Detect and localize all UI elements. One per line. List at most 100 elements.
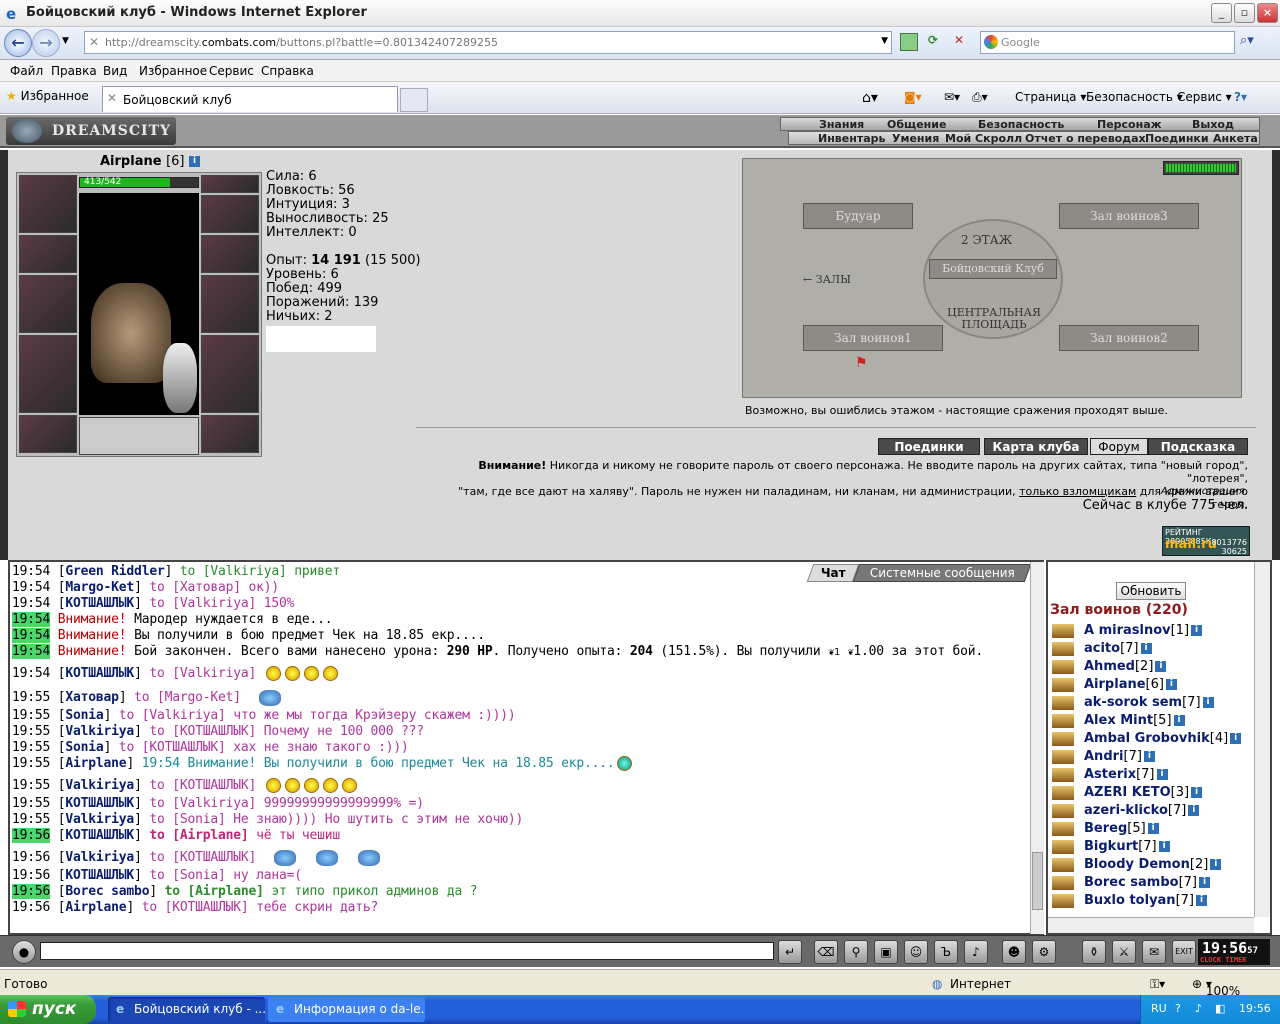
emote-icon[interactable]: ☺ — [904, 940, 928, 964]
forward-button[interactable]: → — [32, 29, 60, 57]
nav-security[interactable]: Безопасность — [978, 118, 1064, 131]
user-status-icon[interactable] — [1052, 785, 1074, 800]
safety-menu[interactable]: Безопасность ▾ — [1086, 90, 1183, 104]
info-icon[interactable]: i — [1165, 679, 1177, 690]
user-name[interactable]: ak-sorok sem — [1084, 695, 1182, 710]
user-row[interactable]: Ahmed[2] i — [1052, 658, 1241, 676]
chat-author[interactable]: Airplane — [65, 900, 126, 915]
nav-battles[interactable]: Поединки — [1145, 132, 1209, 145]
chat-timestamp[interactable]: 19:54 — [12, 580, 50, 595]
rings-slot[interactable] — [201, 195, 259, 233]
earrings-slot[interactable] — [201, 175, 259, 193]
user-name[interactable]: Andri — [1084, 749, 1124, 764]
chat-recipient[interactable]: to [КОТШАШЛЫК] — [119, 740, 226, 755]
task-info[interactable]: e Информация о da-le... — [268, 997, 425, 1022]
character-portrait[interactable] — [79, 193, 199, 415]
nav-exit[interactable]: Выход — [1192, 118, 1234, 131]
user-row[interactable]: A miraslnov[1] i — [1052, 622, 1241, 640]
search-input[interactable]: Google — [980, 31, 1235, 54]
chat-recipient[interactable]: to [Airplane] — [165, 884, 264, 899]
user-status-icon[interactable] — [1052, 839, 1074, 854]
home-icon[interactable]: ⌂▾ — [862, 90, 878, 106]
send-icon[interactable]: ↵ — [778, 940, 802, 964]
chat-author[interactable]: Airplane — [65, 756, 126, 771]
chat-recipient[interactable]: to [Valkiriya] — [180, 564, 287, 579]
nav-knowledge[interactable]: Знания — [819, 118, 864, 131]
network-icon[interactable]: ◧ — [1215, 1002, 1225, 1015]
chat-recipient[interactable]: to [КОТШАШЛЫК] — [142, 900, 249, 915]
maximize-button[interactable]: ▫ — [1234, 3, 1255, 23]
chat-timestamp[interactable]: 19:54 — [12, 564, 50, 579]
info-icon[interactable]: i — [1158, 841, 1170, 852]
chat-timestamp[interactable]: 19:56 — [12, 828, 50, 843]
tab-system-messages[interactable]: Системные сообщения — [852, 564, 1032, 582]
user-name[interactable]: Buxlo tolyan — [1084, 893, 1176, 908]
user-status-icon[interactable] — [1052, 893, 1074, 908]
chat-scrollbar[interactable] — [1030, 562, 1044, 934]
user-row[interactable]: ak-sorok sem[7] i — [1052, 694, 1241, 712]
chat-author[interactable]: Valkiriya — [65, 724, 134, 739]
chat-recipient[interactable]: to [Valkiriya] — [149, 666, 256, 681]
user-status-icon[interactable] — [1052, 641, 1074, 656]
chat-author[interactable]: КОТШАШЛЫК — [65, 868, 134, 883]
quest-icon[interactable]: ⚔ — [1112, 940, 1136, 964]
search-icon[interactable]: ⌕▾ — [1240, 33, 1254, 48]
close-button[interactable]: × — [1257, 3, 1278, 23]
chat-recipient[interactable]: to [Valkiriya] — [149, 796, 256, 811]
chat-author[interactable]: Valkiriya — [65, 850, 134, 865]
chat-input[interactable] — [40, 942, 774, 960]
helmet-slot[interactable] — [19, 175, 77, 233]
exit-icon[interactable]: EXIT — [1172, 940, 1196, 964]
info-icon[interactable]: i — [1230, 733, 1242, 744]
user-name[interactable]: Alex Mint — [1084, 713, 1153, 728]
user-name[interactable]: Asterix — [1084, 767, 1136, 782]
refresh-icon[interactable]: ⟳ — [924, 33, 942, 51]
chat-recipient[interactable]: to [КОТШАШЛЫК] — [149, 850, 256, 865]
mail-icon[interactable]: ✉▾ — [944, 90, 960, 104]
forum-button[interactable]: Форум — [1090, 438, 1148, 455]
mailru-counter[interactable]: РЕЙТИНГ 28905885К mail.ru 8013776 30625 — [1162, 526, 1250, 556]
info-icon[interactable]: i — [1156, 769, 1168, 780]
info-icon[interactable]: i — [1196, 895, 1207, 906]
belt-slot[interactable] — [19, 415, 77, 453]
chat-timestamp[interactable]: 19:56 — [12, 884, 50, 899]
gloves-slot[interactable] — [201, 235, 259, 273]
user-name[interactable]: Bloody Demon — [1084, 857, 1190, 872]
info-icon[interactable]: i — [1173, 715, 1185, 726]
smiley-icon[interactable]: ☻ — [1002, 940, 1026, 964]
user-name[interactable]: Ahmed — [1084, 659, 1135, 674]
user-row[interactable]: Bigkurt[7] i — [1052, 838, 1241, 856]
chat-author[interactable]: КОТШАШЛЫК — [65, 666, 134, 681]
clock-timer[interactable]: 19:5657 CLOCK TIMER — [1198, 939, 1270, 965]
compat-view-icon[interactable] — [900, 33, 918, 51]
chat-recipient[interactable]: to [Хатовар] — [149, 580, 241, 595]
room-boudoir[interactable]: Будуар — [803, 203, 913, 229]
menu-file[interactable]: Файл — [10, 64, 43, 78]
user-row[interactable]: Ambal Grobovhik[4] i — [1052, 730, 1242, 748]
battles-button[interactable]: Поединки — [878, 438, 980, 455]
chat-author[interactable]: Valkiriya — [65, 812, 134, 827]
user-name[interactable]: acito — [1084, 641, 1120, 656]
menu-edit[interactable]: Правка — [51, 64, 97, 78]
chat-author[interactable]: Sonia — [65, 740, 103, 755]
url-dropdown-icon[interactable]: ▼ — [881, 36, 888, 46]
menu-favorites[interactable]: Избранное — [139, 64, 207, 78]
nav-communication[interactable]: Общение — [887, 118, 946, 131]
tools-menu[interactable]: Сервис ▾ — [1177, 90, 1232, 104]
user-status-icon[interactable] — [1052, 857, 1074, 872]
weapon-slot[interactable] — [19, 275, 77, 333]
bracers-slot[interactable] — [19, 235, 77, 273]
info-icon[interactable]: i — [1202, 697, 1214, 708]
user-status-icon[interactable] — [1052, 875, 1074, 890]
chat-timestamp[interactable]: 19:55 — [12, 690, 50, 705]
user-row[interactable]: Alex Mint[5] i — [1052, 712, 1241, 730]
options-icon[interactable]: ⚙ — [1032, 940, 1056, 964]
user-status-icon[interactable] — [1052, 677, 1074, 692]
chat-recipient[interactable]: to [Airplane] — [149, 828, 248, 843]
chat-timestamp[interactable]: 19:56 — [12, 900, 50, 915]
info-icon[interactable]: i — [1188, 805, 1200, 816]
character-name[interactable]: Airplane [6] i — [100, 154, 201, 169]
menu-view[interactable]: Вид — [103, 64, 127, 78]
boots-slot[interactable] — [201, 415, 259, 453]
room-hall3[interactable]: Зал воинов3 — [1059, 203, 1199, 229]
